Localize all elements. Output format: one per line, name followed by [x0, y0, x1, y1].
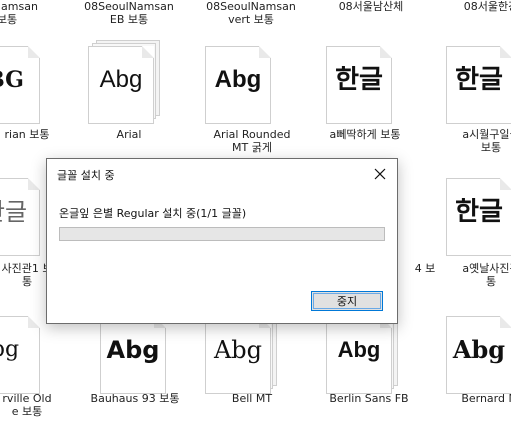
font-family-icon: Abg — [86, 38, 170, 124]
font-item-label[interactable]: oulNamsan 보통 — [0, 0, 62, 26]
font-item-label[interactable]: 08SeoulNamsan EB 보통 — [74, 0, 184, 26]
stop-button[interactable]: 중지 — [311, 291, 383, 311]
font-item-label: rville Old e 보통 — [2, 392, 52, 418]
font-item-label[interactable]: 08서울남산체 — [316, 0, 426, 13]
font-sample: Abg — [106, 336, 160, 364]
font-sample: Abg — [214, 66, 262, 93]
font-item-label: Berlin Sans FB — [329, 392, 409, 405]
font-item-label[interactable]: 08SeoulNamsan vert 보통 — [196, 0, 306, 26]
font-sample: 한글 — [455, 197, 503, 227]
font-sample: Abg — [452, 335, 506, 364]
font-sample: BG — [0, 67, 24, 93]
font-file-icon: 한글 — [444, 170, 511, 256]
font-sample: Abg — [213, 336, 263, 364]
font-install-dialog: 글꼴 설치 중 온글잎 은별 Regular 설치 중(1/1 글꼴) 중지 — [46, 158, 398, 324]
font-file-icon: BG — [0, 38, 56, 124]
dialog-titlebar[interactable]: 글꼴 설치 중 — [47, 159, 397, 189]
font-sample: 한글 — [0, 198, 28, 226]
font-item-label: a뻬딱하게 보통 — [329, 128, 401, 141]
font-sample: Abg — [99, 66, 143, 93]
font-item-label[interactable]: 08서울한강 — [436, 0, 511, 13]
font-sample: Abg — [337, 337, 381, 362]
font-file-icon: 한글 — [324, 38, 408, 124]
font-item-label: Arial Rounded MT 굵게 — [213, 128, 291, 154]
dialog-title: 글꼴 설치 중 — [57, 169, 115, 182]
font-sample: bg — [0, 337, 20, 362]
install-status-text: 온글잎 은별 Regular 설치 중(1/1 글꼴) — [59, 207, 247, 220]
font-file-icon: Abg — [203, 38, 287, 124]
font-item-label: Bauhaus 93 보통 — [90, 392, 180, 405]
font-item-label: Bell MT — [231, 392, 273, 405]
close-button[interactable] — [369, 163, 391, 185]
font-file-icon: 한글 — [444, 38, 511, 124]
font-item-label: a시월구일실 보통 — [462, 128, 511, 154]
install-progress-bar — [59, 227, 385, 241]
close-icon — [374, 168, 386, 180]
font-item-label: a옛날사진관 통 — [462, 262, 511, 288]
font-sample: 한글 — [335, 65, 383, 95]
font-sample: 한글 — [455, 65, 503, 95]
font-item-label: Arial — [116, 128, 142, 141]
font-item-label: Bernard MT — [461, 392, 511, 405]
font-item-label: rian 보통 — [4, 128, 50, 141]
font-file-icon: Abg — [444, 308, 511, 394]
